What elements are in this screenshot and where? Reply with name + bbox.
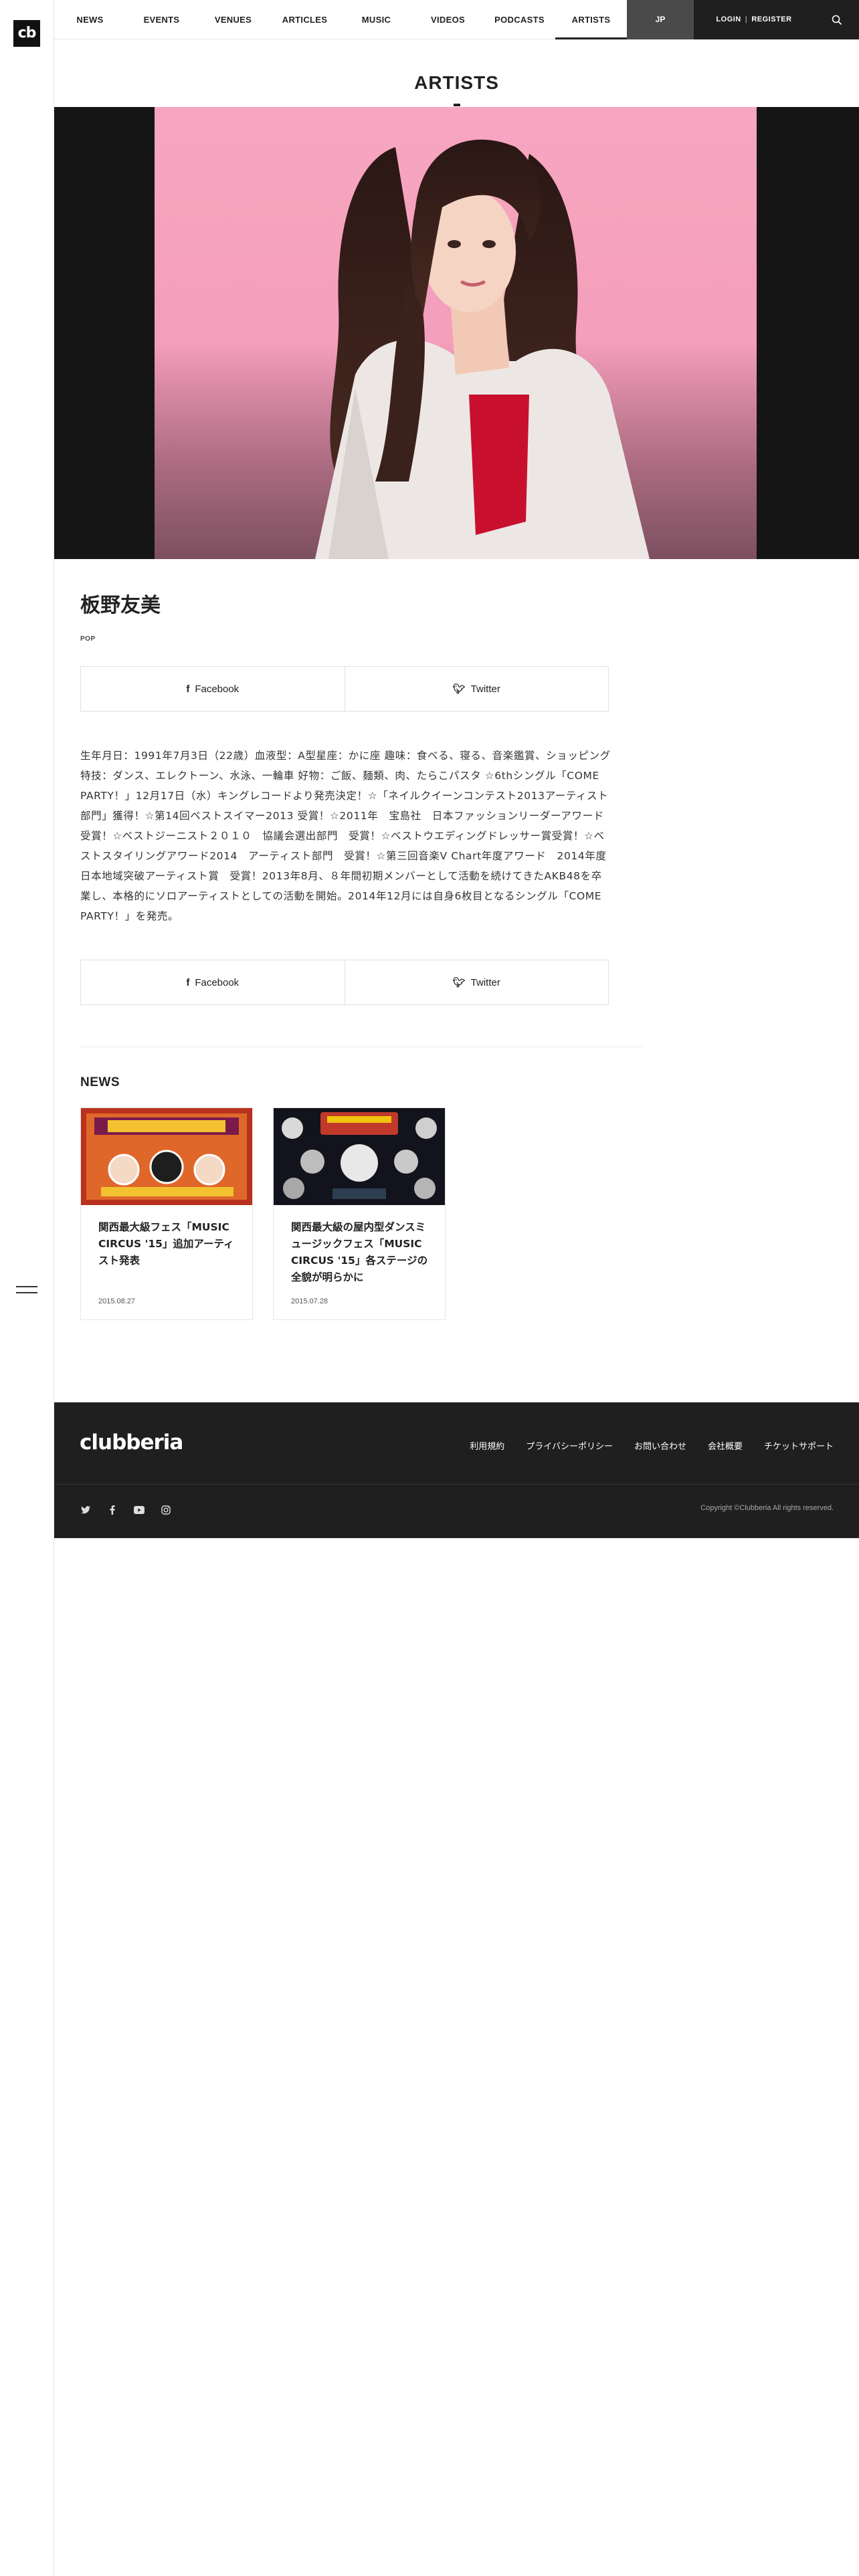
footer-link-ticket-support[interactable]: チケットサポート: [764, 1439, 834, 1452]
footer-link-privacy[interactable]: プライバシーポリシー: [526, 1439, 613, 1452]
footer-logo[interactable]: clubberia: [80, 1430, 183, 1455]
page-title: ARTISTS: [414, 72, 499, 93]
news-title[interactable]: 関西最大級フェス「MUSIC CIRCUS '15」追加アーティスト発表: [98, 1219, 239, 1269]
news-thumbnail[interactable]: [274, 1108, 445, 1205]
twitter-icon: 🐦︎: [452, 683, 466, 695]
nav-events[interactable]: EVENTS: [126, 0, 197, 39]
left-rail: cb: [0, 0, 54, 2576]
footer-divider: [54, 1484, 859, 1485]
nav-music[interactable]: MUSIC: [341, 0, 412, 39]
news-card[interactable]: 関西最大級の屋内型ダンスミュージックフェス「MUSIC CIRCUS '15」各…: [273, 1107, 446, 1320]
news-thumbnail[interactable]: [81, 1108, 252, 1205]
twitter-icon: 🐦︎: [452, 977, 466, 988]
menu-icon[interactable]: [16, 1286, 37, 1299]
nav-articles[interactable]: ARTICLES: [269, 0, 341, 39]
news-card[interactable]: 関西最大級フェス「MUSIC CIRCUS '15」追加アーティスト発表 201…: [80, 1107, 253, 1320]
nav-news[interactable]: NEWS: [54, 0, 126, 39]
site-footer: clubberia 利用規約 プライバシーポリシー お問い合わせ 会社概要 チケ…: [54, 1402, 859, 1538]
share-facebook-button[interactable]: f Facebook: [81, 960, 345, 1004]
instagram-icon[interactable]: [160, 1504, 172, 1516]
footer-link-contact[interactable]: お問い合わせ: [634, 1439, 686, 1452]
news-date: 2015.07.28: [291, 1297, 328, 1305]
footer-link-company[interactable]: 会社概要: [708, 1439, 743, 1452]
news-heading: NEWS: [80, 1075, 120, 1089]
share-facebook-button[interactable]: f Facebook: [81, 667, 345, 711]
twitter-icon[interactable]: [80, 1504, 92, 1516]
search-icon: [832, 15, 842, 25]
share-facebook-label: Facebook: [195, 976, 240, 988]
auth-links: LOGIN | REGISTER: [694, 0, 814, 39]
register-link[interactable]: REGISTER: [751, 15, 791, 23]
artist-hero: [54, 107, 859, 559]
artist-name: 板野友美: [80, 595, 161, 617]
footer-links: 利用規約 プライバシーポリシー お問い合わせ 会社概要 チケットサポート: [470, 1439, 834, 1452]
top-navigation: NEWS EVENTS VENUES ARTICLES MUSIC VIDEOS…: [54, 0, 859, 39]
search-button[interactable]: [814, 0, 859, 39]
nav-venues[interactable]: VENUES: [197, 0, 269, 39]
share-twitter-button[interactable]: 🐦︎ Twitter: [344, 667, 609, 711]
share-bar-bottom: f Facebook 🐦︎ Twitter: [80, 960, 609, 1005]
title-underline: [454, 104, 460, 106]
artist-bio: 生年月日：1991年7月3日（22歳）血液型：A型星座：かに座 趣味：食べる、寝…: [80, 750, 615, 922]
artist-photo: [155, 107, 757, 559]
nav-podcasts[interactable]: PODCASTS: [484, 0, 555, 39]
news-date: 2015.08.27: [98, 1297, 136, 1305]
news-title[interactable]: 関西最大級の屋内型ダンスミュージックフェス「MUSIC CIRCUS '15」各…: [291, 1219, 432, 1286]
facebook-icon[interactable]: [106, 1504, 118, 1516]
language-switch[interactable]: JP: [627, 0, 694, 39]
footer-link-terms[interactable]: 利用規約: [470, 1439, 504, 1452]
site-logo[interactable]: cb: [13, 20, 40, 47]
artist-genre: POP: [80, 635, 96, 643]
share-twitter-label: Twitter: [470, 683, 500, 695]
youtube-icon[interactable]: [133, 1504, 145, 1516]
share-twitter-label: Twitter: [470, 976, 500, 988]
share-bar-top: f Facebook 🐦︎ Twitter: [80, 666, 609, 712]
share-twitter-button[interactable]: 🐦︎ Twitter: [344, 960, 609, 1004]
facebook-icon: f: [186, 683, 190, 695]
nav-artists[interactable]: ARTISTS: [555, 0, 627, 39]
social-links: [80, 1504, 172, 1516]
facebook-icon: f: [186, 976, 190, 988]
nav-videos[interactable]: VIDEOS: [412, 0, 484, 39]
login-link[interactable]: LOGIN: [716, 15, 741, 23]
share-facebook-label: Facebook: [195, 683, 240, 695]
copyright-text: Copyright ©Clubberia All rights reserved…: [700, 1504, 834, 1512]
